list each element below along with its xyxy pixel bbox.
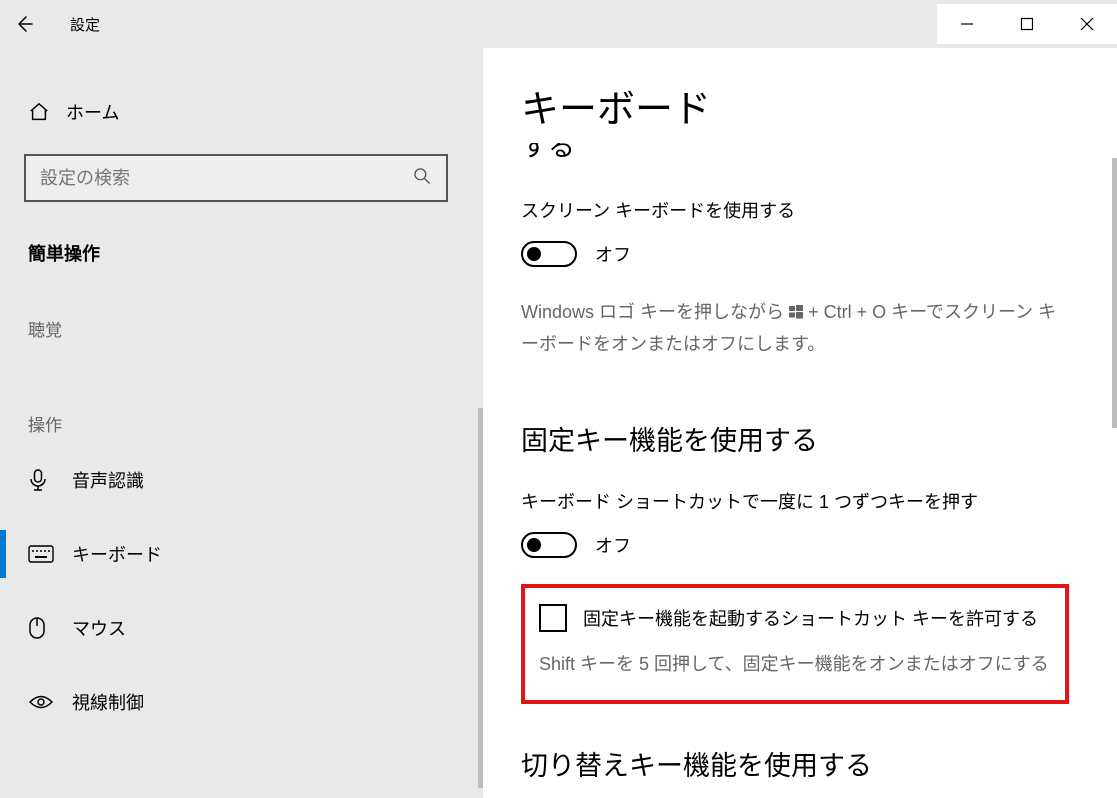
sticky-toggle[interactable]: [521, 532, 577, 558]
search-box[interactable]: [24, 154, 448, 202]
group-hearing: 聴覚: [0, 316, 483, 341]
windows-logo-icon: [789, 298, 803, 329]
nav-voice[interactable]: 音声認識: [0, 450, 483, 510]
minimize-button[interactable]: [937, 4, 997, 44]
home-nav[interactable]: ホーム: [0, 88, 483, 136]
keyboard-icon: [28, 545, 72, 563]
sidebar-category: 簡単操作: [0, 240, 483, 266]
page-title: キーボード: [521, 78, 1069, 133]
sticky-shortcut-checkbox[interactable]: [539, 604, 567, 632]
nav-keyboard-label: キーボード: [72, 541, 162, 567]
back-button[interactable]: [0, 0, 48, 48]
home-icon: [28, 101, 66, 123]
sticky-shortcut-label: 固定キー機能を起動するショートカット キーを許可する: [583, 605, 1038, 631]
mouse-icon: [28, 616, 72, 640]
osk-help: Windows ロゴ キーを押しながら + Ctrl + O キーでスクリーン …: [521, 297, 1069, 359]
search-icon: [412, 166, 432, 191]
cutoff-heading: 実際のキーボードを使わずにデバイスを使用する: [521, 143, 1069, 163]
nav-mouse[interactable]: マウス: [0, 598, 483, 658]
osk-toggle-state: オフ: [595, 241, 631, 267]
osk-label: スクリーン キーボードを使用する: [521, 197, 1069, 223]
microphone-icon: [28, 468, 72, 492]
sticky-heading: 固定キー機能を使用する: [521, 419, 1069, 458]
highlight-box: 固定キー機能を起動するショートカット キーを許可する Shift キーを 5 回…: [521, 584, 1069, 704]
maximize-button[interactable]: [997, 4, 1057, 44]
nav-voice-label: 音声認識: [72, 467, 144, 493]
nav-mouse-label: マウス: [72, 615, 126, 641]
close-button[interactable]: [1057, 4, 1117, 44]
nav-eye[interactable]: 視線制御: [0, 672, 483, 732]
sticky-toggle-state: オフ: [595, 532, 631, 558]
home-label: ホーム: [66, 99, 119, 125]
window-title: 設定: [70, 14, 100, 35]
eye-icon: [28, 693, 72, 711]
group-interaction: 操作: [0, 411, 483, 436]
search-input[interactable]: [40, 168, 412, 189]
togglekeys-heading: 切り替えキー機能を使用する: [521, 744, 1069, 783]
osk-toggle[interactable]: [521, 241, 577, 267]
content-scrollbar[interactable]: [1112, 158, 1117, 428]
nav-eye-label: 視線制御: [72, 689, 144, 715]
sticky-label: キーボード ショートカットで一度に 1 つずつキーを押す: [521, 488, 1069, 514]
nav-keyboard[interactable]: キーボード: [0, 524, 483, 584]
sticky-shortcut-hint: Shift キーを 5 回押して、固定キー機能をオンまたはオフにする: [539, 650, 1051, 676]
